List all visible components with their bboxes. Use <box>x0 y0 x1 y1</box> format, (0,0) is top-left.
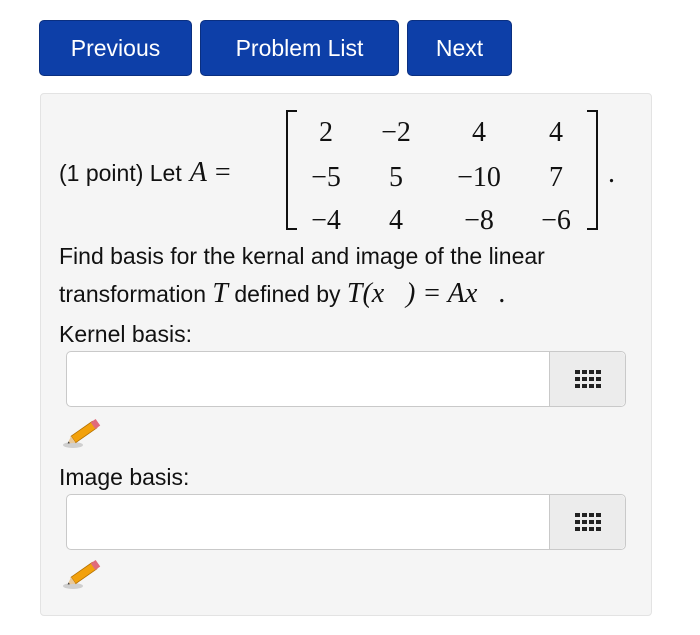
matrix-cell: 4 <box>389 205 403 236</box>
sentence-period: . <box>608 158 615 189</box>
pencil-icon[interactable] <box>61 412 107 452</box>
pencil-icon[interactable] <box>61 553 107 593</box>
kernel-answer-box <box>66 351 626 407</box>
image-basis-input[interactable] <box>67 495 550 549</box>
matrix-cell: −5 <box>311 162 341 193</box>
problem-statement: (1 point) Let A = <box>59 157 231 189</box>
next-button[interactable]: Next <box>407 20 512 76</box>
points-label: (1 point) Let <box>59 159 182 186</box>
kernel-basis-input[interactable] <box>67 352 550 406</box>
kernel-basis-label: Kernel basis: <box>59 321 192 347</box>
instruction-line-1: Find basis for the kernal and image of t… <box>59 243 545 269</box>
matrix-cell: 5 <box>389 162 403 193</box>
matrix-cell: 2 <box>319 117 333 148</box>
matrix-cell: 7 <box>549 162 563 193</box>
matrix-cell: −6 <box>541 205 571 236</box>
matrix-cell: −8 <box>464 205 494 236</box>
matrix-variable: A <box>189 157 207 188</box>
kernel-equation-editor-button[interactable] <box>549 352 625 406</box>
transformation-word: transformation <box>59 281 207 307</box>
problem-panel: (1 point) Let A = 2 −2 4 4 −5 5 −10 7 −4… <box>40 93 652 616</box>
matrix-cell: 4 <box>549 117 563 148</box>
defined-by-text: defined by <box>234 281 341 307</box>
navigation-bar: Previous Problem List Next <box>39 20 512 76</box>
matrix-cell: −4 <box>311 205 341 236</box>
image-basis-label: Image basis: <box>59 464 190 490</box>
problem-list-button[interactable]: Problem List <box>200 20 399 76</box>
equals-sign: = <box>214 157 231 188</box>
previous-button[interactable]: Previous <box>39 20 192 76</box>
image-answer-box <box>66 494 626 550</box>
instruction-line-2: transformation T defined by T(x⃗) = Ax⃗. <box>59 278 506 310</box>
transformation-formula: T(x⃗) = Ax⃗. <box>346 278 507 309</box>
matrix-cell: 4 <box>472 117 486 148</box>
transformation-symbol: T <box>212 278 228 309</box>
image-equation-editor-button[interactable] <box>549 495 625 549</box>
matrix-cell: −2 <box>381 117 411 148</box>
keyboard-grid-icon <box>574 370 601 388</box>
keyboard-grid-icon <box>574 513 601 531</box>
matrix-cell: −10 <box>457 162 501 193</box>
matrix-A: 2 −2 4 4 −5 5 −10 7 −4 4 −8 −6 <box>286 104 598 236</box>
